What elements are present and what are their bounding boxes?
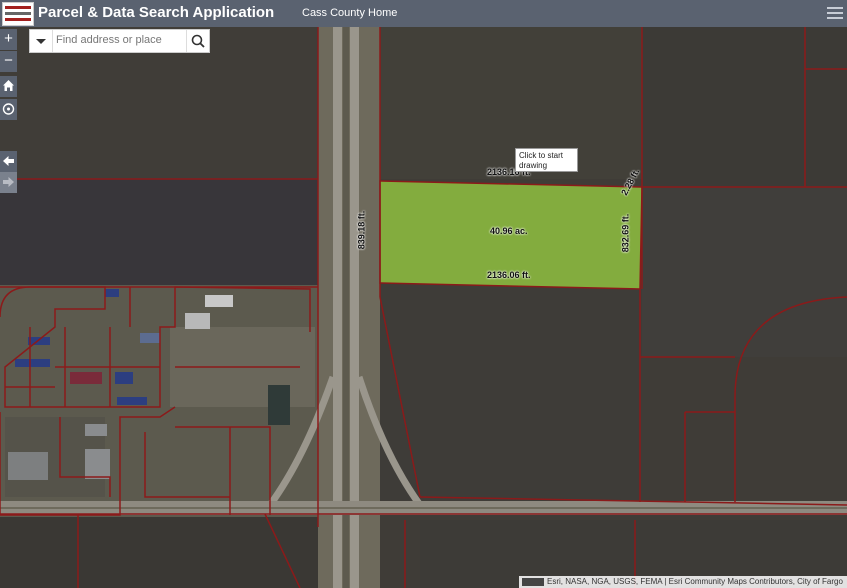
locate-button[interactable] [0,99,17,120]
back-button[interactable] [0,151,17,172]
right-edge-length: 832.69 ft. [620,213,631,253]
home-icon [3,80,14,91]
menu-icon[interactable] [827,5,843,21]
drawing-tooltip: Click to start drawing [515,148,578,172]
bottom-edge-length: 2136.06 ft. [487,270,531,280]
arrow-left-icon [3,156,14,166]
app-title: Parcel & Data Search Application [38,4,275,21]
locate-icon [2,103,15,115]
magnifier-icon [191,34,205,48]
map-view[interactable]: 2136.16 ft. 2.28 ft. 839.18 ft. 832.69 f… [0,27,847,588]
left-edge-length: 839.18 ft. [356,210,367,250]
search-button[interactable] [186,30,209,52]
map-attribution: Esri, NASA, NGA, USGS, FEMA | Esri Commu… [519,576,847,588]
address-search [29,29,210,53]
arrow-right-icon [3,177,14,187]
esri-logo [522,577,544,586]
county-logo [2,2,34,26]
search-input[interactable] [56,32,184,48]
aerial-imagery [0,27,847,588]
attribution-text: Esri, NASA, NGA, USGS, FEMA | Esri Commu… [547,577,843,586]
area-label: 40.96 ac. [490,226,528,236]
zoom-in-button[interactable]: + [0,29,17,50]
home-button[interactable] [0,76,17,97]
caret-down-icon[interactable] [30,30,53,52]
cass-county-home-link[interactable]: Cass County Home [302,7,397,19]
app-header: Parcel & Data Search Application Cass Co… [0,0,847,27]
zoom-out-button[interactable]: − [0,51,17,72]
forward-button[interactable] [0,172,17,193]
